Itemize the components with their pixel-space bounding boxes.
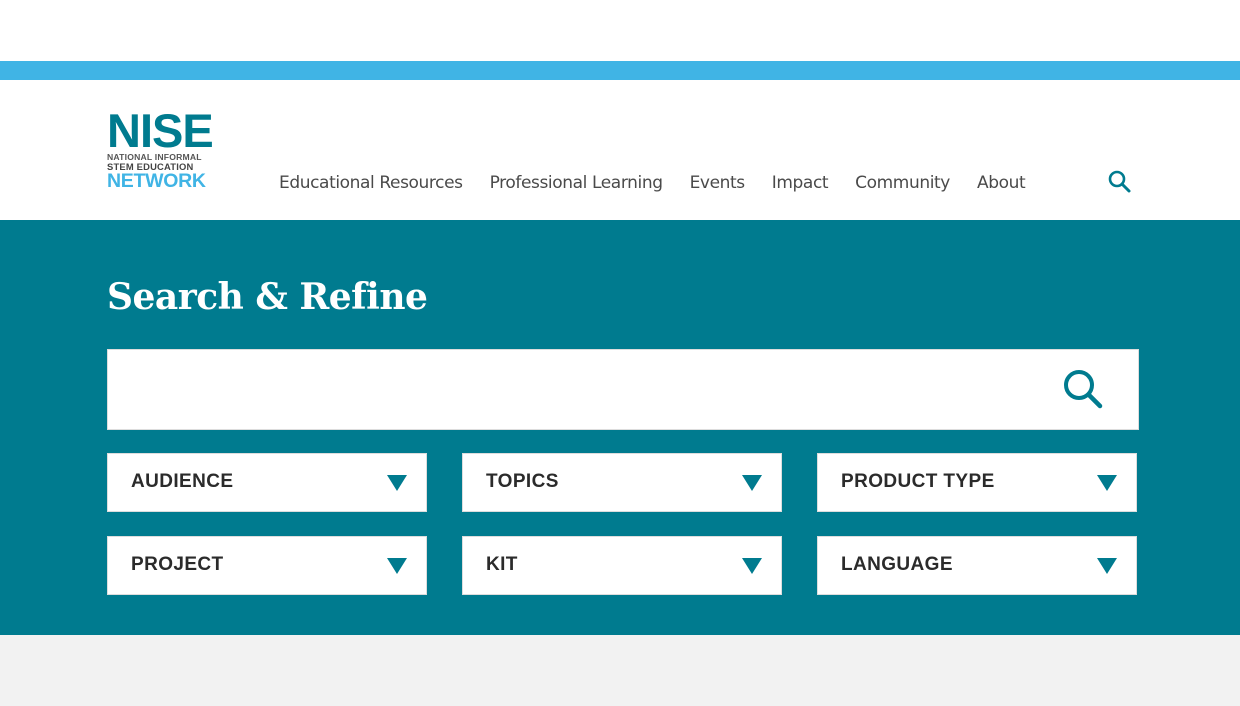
accent-bar xyxy=(0,61,1240,80)
chevron-down-icon xyxy=(387,475,407,491)
page-title: Search & Refine xyxy=(107,276,428,318)
filter-product-type[interactable]: PRODUCT TYPE xyxy=(817,453,1137,512)
search-input[interactable] xyxy=(108,350,1048,429)
filter-label: KIT xyxy=(486,554,518,575)
filter-language[interactable]: LANGUAGE xyxy=(817,536,1137,595)
results-area xyxy=(0,635,1240,706)
chevron-down-icon xyxy=(742,475,762,491)
nav-community[interactable]: Community xyxy=(855,173,950,193)
nav-impact[interactable]: Impact xyxy=(772,173,829,193)
chevron-down-icon xyxy=(1097,475,1117,491)
filter-label: PRODUCT TYPE xyxy=(841,471,995,492)
nise-logo[interactable]: NISE NATIONAL INFORMAL STEM EDUCATION NE… xyxy=(107,104,217,192)
filter-audience[interactable]: AUDIENCE xyxy=(107,453,427,512)
search-icon[interactable] xyxy=(1060,366,1108,414)
chevron-down-icon xyxy=(742,558,762,574)
search-box xyxy=(107,349,1139,430)
top-spacer xyxy=(0,0,1240,61)
logo-nise: NISE xyxy=(107,104,214,157)
filter-project[interactable]: PROJECT xyxy=(107,536,427,595)
logo-line-3: NETWORK xyxy=(107,170,206,192)
filter-kit[interactable]: KIT xyxy=(462,536,782,595)
chevron-down-icon xyxy=(1097,558,1117,574)
nav-professional-learning[interactable]: Professional Learning xyxy=(490,173,663,193)
filter-label: AUDIENCE xyxy=(131,471,234,492)
search-refine-section: Search & Refine AUDIENCE TOPICS PRODUCT … xyxy=(0,220,1240,635)
site-header: NISE NATIONAL INFORMAL STEM EDUCATION NE… xyxy=(0,80,1240,220)
filter-label: PROJECT xyxy=(131,554,224,575)
search-icon[interactable] xyxy=(1107,169,1133,195)
filter-label: TOPICS xyxy=(486,471,559,492)
nav-events[interactable]: Events xyxy=(690,173,746,193)
nav-about[interactable]: About xyxy=(977,173,1026,193)
filter-label: LANGUAGE xyxy=(841,554,953,575)
nav-educational-resources[interactable]: Educational Resources xyxy=(279,173,463,193)
chevron-down-icon xyxy=(387,558,407,574)
filter-topics[interactable]: TOPICS xyxy=(462,453,782,512)
main-nav: Educational Resources Professional Learn… xyxy=(279,173,1052,193)
